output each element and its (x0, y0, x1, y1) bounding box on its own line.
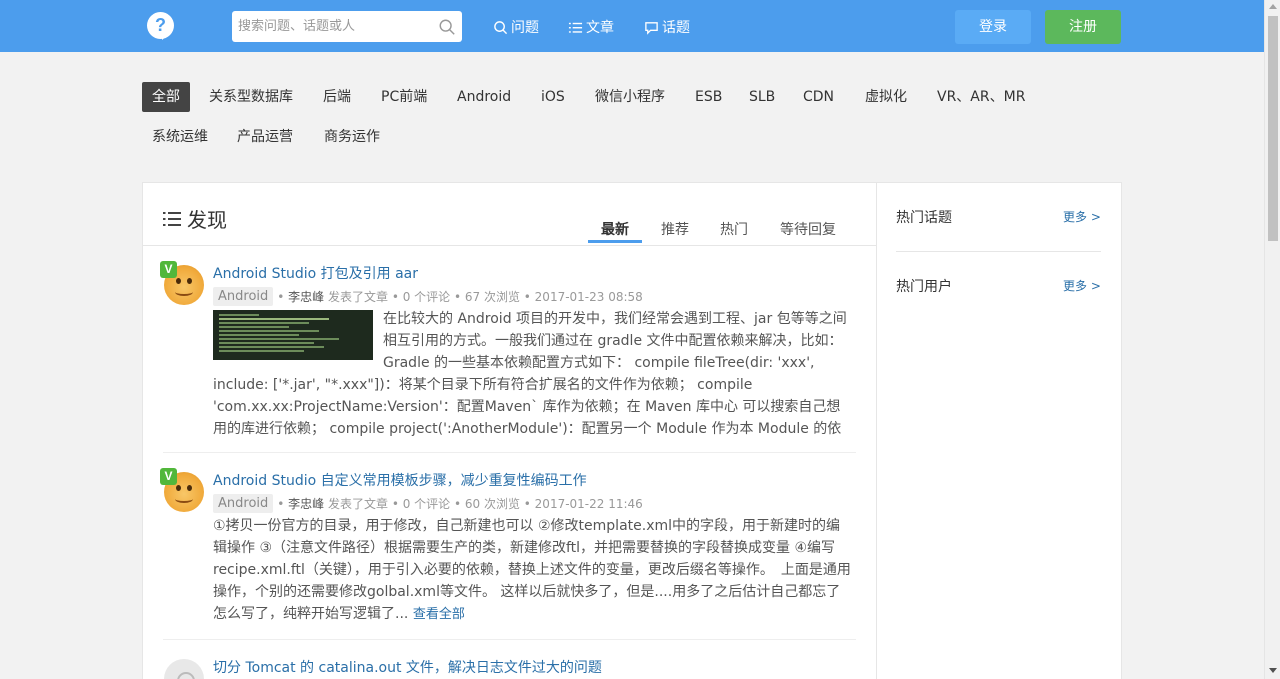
hot-topics-more-link[interactable]: 更多 > (1063, 208, 1101, 225)
nav-topics[interactable]: 话题 (644, 17, 690, 37)
tab-recommended[interactable]: 推荐 (661, 219, 689, 239)
category-ios[interactable]: iOS (531, 82, 575, 112)
search-box (232, 11, 462, 42)
article-title-link[interactable]: Android Studio 打包及引用 aar (213, 263, 418, 283)
hot-users-heading: 热门用户 (896, 279, 952, 295)
category-ops[interactable]: 系统运维 (142, 122, 218, 152)
discover-heading: 发现 (163, 204, 227, 233)
nav-topics-label: 话题 (662, 20, 690, 36)
nav-questions[interactable]: 问题 (493, 17, 539, 37)
category-backend[interactable]: 后端 (313, 82, 361, 112)
register-button[interactable]: 注册 (1045, 10, 1121, 44)
article-title-link[interactable]: Android Studio 自定义常用模板步骤，减少重复性编码工作 (213, 470, 587, 490)
discover-panel: 发现 最新 推荐 热门 等待回复 V Android Studio 打包及引用 … (142, 182, 1122, 679)
top-navbar: ? 问题 文章 话题 登录 注册 (0, 0, 1264, 52)
list-icon (163, 211, 181, 226)
login-button[interactable]: 登录 (955, 10, 1031, 44)
hot-topics-heading: 热门话题 (896, 210, 952, 226)
list-icon (568, 22, 583, 33)
avatar[interactable] (164, 659, 204, 679)
category-pc-frontend[interactable]: PC前端 (371, 82, 437, 112)
nav-articles-label: 文章 (586, 20, 614, 36)
article-thumbnail[interactable] (213, 310, 373, 360)
author-link[interactable]: 李忠峰 (288, 495, 324, 512)
category-slb[interactable]: SLB (739, 82, 785, 112)
divider (163, 452, 856, 453)
see-all-link[interactable]: 查看全部 (413, 607, 465, 622)
verified-badge-icon: V (160, 261, 177, 278)
scroll-down-arrow[interactable] (1269, 668, 1277, 673)
article-meta-text: 发表了文章 • 0 个评论 • 60 次浏览 • 2017-01-22 11:4… (328, 497, 643, 511)
tab-awaiting-reply[interactable]: 等待回复 (780, 219, 836, 239)
divider (876, 183, 877, 679)
category-relational-db[interactable]: 关系型数据库 (199, 82, 303, 112)
topic-tag[interactable]: Android (213, 494, 274, 513)
category-business[interactable]: 商务运作 (314, 122, 390, 152)
hot-users-more-link[interactable]: 更多 > (1063, 277, 1101, 294)
author-link[interactable]: 李忠峰 (288, 288, 324, 305)
tab-hot[interactable]: 热门 (720, 219, 748, 239)
nav-questions-label: 问题 (511, 20, 539, 36)
article-excerpt-text: ①拷贝一份官方的目录，用于修改，自己新建也可以 ②修改template.xml中… (213, 518, 851, 622)
search-icon[interactable] (438, 18, 456, 36)
scroll-up-arrow[interactable] (1269, 4, 1277, 9)
topic-tag[interactable]: Android (213, 287, 274, 306)
logo-icon[interactable]: ? (147, 12, 174, 40)
divider (143, 245, 876, 246)
search-icon (494, 20, 508, 34)
page-scrollbar[interactable] (1264, 0, 1280, 679)
category-product-ops[interactable]: 产品运营 (227, 122, 303, 152)
article-meta-text: 发表了文章 • 0 个评论 • 67 次浏览 • 2017-01-23 08:5… (328, 290, 643, 304)
category-all[interactable]: 全部 (142, 82, 190, 112)
category-wechat-mini[interactable]: 微信小程序 (585, 82, 675, 112)
article-meta: Android • 李忠峰 发表了文章 • 0 个评论 • 60 次浏览 • 2… (213, 494, 643, 513)
article-excerpt: 在比较大的 Android 项目的开发中，我们经常会遇到工程、jar 包等等之间… (213, 308, 853, 440)
scrollbar-thumb[interactable] (1268, 16, 1278, 241)
verified-badge-icon: V (160, 468, 177, 485)
active-tab-indicator (588, 240, 642, 243)
chat-icon (645, 21, 658, 35)
divider (896, 251, 1101, 252)
category-virtualization[interactable]: 虚拟化 (855, 82, 917, 112)
article-title-link[interactable]: 切分 Tomcat 的 catalina.out 文件，解决日志文件过大的问题 (213, 657, 602, 677)
tab-latest[interactable]: 最新 (601, 219, 629, 239)
nav-articles[interactable]: 文章 (568, 17, 614, 37)
discover-title: 发现 (187, 208, 227, 232)
article-excerpt: ①拷贝一份官方的目录，用于修改，自己新建也可以 ②修改template.xml中… (213, 515, 853, 625)
divider (163, 639, 856, 640)
category-esb[interactable]: ESB (685, 82, 732, 112)
search-input[interactable] (232, 11, 432, 42)
category-android[interactable]: Android (447, 82, 521, 112)
article-meta: Android • 李忠峰 发表了文章 • 0 个评论 • 67 次浏览 • 2… (213, 287, 643, 306)
category-vr-ar-mr[interactable]: VR、AR、MR (927, 82, 1035, 112)
category-cdn[interactable]: CDN (793, 82, 844, 112)
